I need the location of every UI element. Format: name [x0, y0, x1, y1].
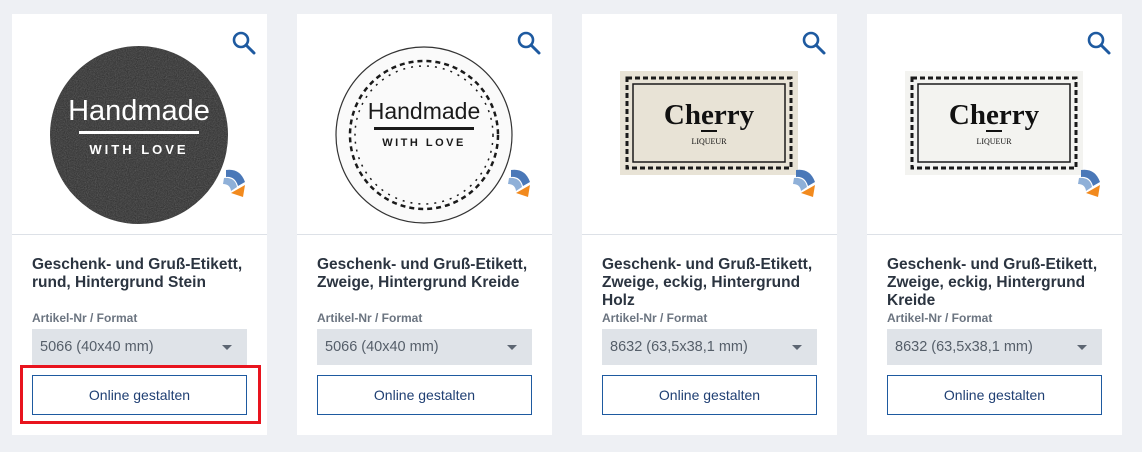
design-online-badge-icon	[1078, 169, 1100, 197]
online-design-button[interactable]: Online gestalten	[317, 375, 532, 415]
label-text-handmade: Handmade	[68, 95, 210, 127]
product-card: Cherry LIQUEUR Geschenk- und Gruß-Etiket…	[867, 14, 1122, 435]
product-image[interactable]: Handmade WITH LOVE	[297, 14, 552, 234]
product-title: Geschenk- und Gruß-Etikett, Zweige, Hint…	[317, 256, 528, 291]
format-select[interactable]: 8632 (63,5x38,1 mm)	[602, 329, 817, 365]
magnifier-icon[interactable]	[1086, 30, 1112, 56]
design-online-badge-icon	[223, 169, 245, 197]
label-text-withlove: WITH LOVE	[89, 142, 188, 157]
format-select-value: 8632 (63,5x38,1 mm)	[610, 339, 748, 355]
format-select[interactable]: 8632 (63,5x38,1 mm)	[887, 329, 1102, 365]
product-title: Geschenk- und Gruß-Etikett, Zweige, ecki…	[602, 256, 813, 309]
online-design-button[interactable]: Online gestalten	[887, 375, 1102, 415]
label-text-cherry: Cherry	[664, 99, 755, 131]
product-title: Geschenk- und Gruß-Etikett, Zweige, ecki…	[887, 256, 1098, 309]
label-text-liqueur: LIQUEUR	[976, 137, 1012, 146]
format-select[interactable]: 5066 (40x40 mm)	[317, 329, 532, 365]
label-text-handmade: Handmade	[368, 98, 481, 124]
format-label: Artikel-Nr / Format	[602, 311, 708, 325]
magnifier-icon[interactable]	[231, 30, 257, 56]
chevron-down-icon	[507, 345, 517, 350]
product-image[interactable]: Handmade WITH LOVE	[12, 14, 267, 234]
format-label: Artikel-Nr / Format	[887, 311, 993, 325]
product-card: Handmade WITH LOVE Geschenk- und Gruß-Et…	[297, 14, 552, 435]
label-text-liqueur: LIQUEUR	[691, 137, 727, 146]
format-label: Artikel-Nr / Format	[32, 311, 138, 325]
product-image[interactable]: Cherry LIQUEUR	[867, 14, 1122, 234]
online-design-button[interactable]: Online gestalten	[32, 375, 247, 415]
divider	[867, 234, 1122, 235]
magnifier-icon[interactable]	[801, 30, 827, 56]
label-text-cherry: Cherry	[949, 99, 1040, 131]
product-title: Geschenk- und Gruß-Etikett, rund, Hinter…	[32, 256, 243, 291]
divider	[297, 234, 552, 235]
design-online-badge-icon	[793, 169, 815, 197]
divider	[582, 234, 837, 235]
divider	[12, 234, 267, 235]
magnifier-icon[interactable]	[516, 30, 542, 56]
product-card: Cherry LIQUEUR Geschenk- und Gruß-Etiket…	[582, 14, 837, 435]
design-online-badge-icon	[508, 169, 530, 197]
format-select[interactable]: 5066 (40x40 mm)	[32, 329, 247, 365]
format-label: Artikel-Nr / Format	[317, 311, 423, 325]
product-card: Handmade WITH LOVE Geschenk- und Gruß-Et…	[12, 14, 267, 435]
chevron-down-icon	[792, 345, 802, 350]
chevron-down-icon	[222, 345, 232, 350]
label-text-withlove: WITH LOVE	[382, 137, 466, 149]
format-select-value: 8632 (63,5x38,1 mm)	[895, 339, 1033, 355]
format-select-value: 5066 (40x40 mm)	[325, 339, 439, 355]
chevron-down-icon	[1077, 345, 1087, 350]
online-design-button[interactable]: Online gestalten	[602, 375, 817, 415]
format-select-value: 5066 (40x40 mm)	[40, 339, 154, 355]
product-image[interactable]: Cherry LIQUEUR	[582, 14, 837, 234]
